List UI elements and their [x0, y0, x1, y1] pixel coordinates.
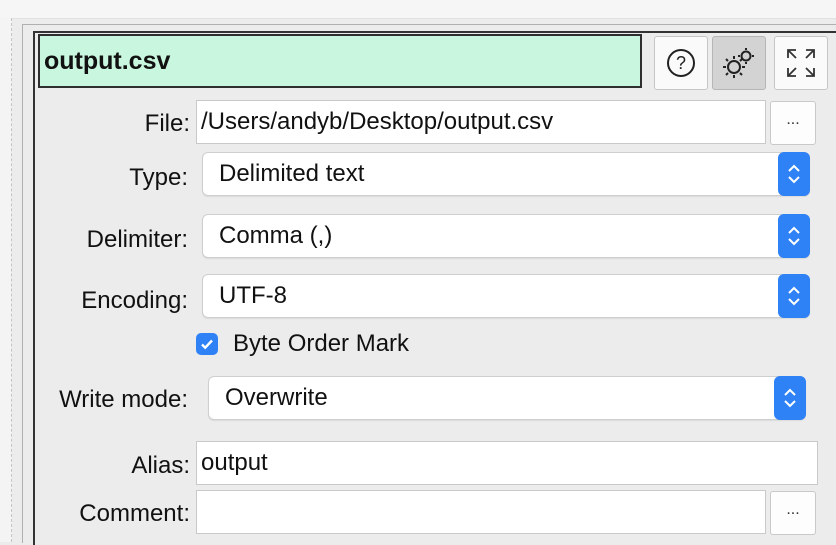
alias-label: Alias: — [131, 452, 190, 479]
svg-text:?: ? — [676, 53, 686, 73]
encoding-label: Encoding: — [81, 287, 188, 314]
comment-field[interactable] — [196, 490, 766, 534]
delimiter-select[interactable]: Comma (,) — [202, 214, 810, 258]
updown-chevron-icon — [778, 274, 810, 318]
type-label: Type: — [129, 164, 188, 191]
help-icon: ? — [667, 49, 695, 77]
expand-icon — [787, 49, 815, 77]
gear-icon — [723, 48, 754, 78]
expand-button[interactable] — [774, 36, 828, 90]
canvas-edge — [0, 18, 12, 542]
updown-chevron-icon — [774, 376, 806, 420]
node-title-field[interactable]: output.csv — [38, 34, 642, 88]
delimiter-select-value: Comma (,) — [219, 222, 333, 249]
encoding-select[interactable]: UTF-8 — [202, 274, 810, 318]
encoding-select-value: UTF-8 — [219, 282, 287, 309]
comment-browse-button[interactable]: ... — [770, 491, 816, 535]
file-browse-button[interactable]: ... — [770, 101, 816, 145]
write-mode-select-value: Overwrite — [225, 384, 328, 411]
comment-label: Comment: — [79, 500, 190, 527]
write-mode-select[interactable]: Overwrite — [208, 376, 806, 420]
help-button[interactable]: ? — [654, 36, 708, 90]
write-mode-label: Write mode: — [59, 386, 188, 413]
bom-checkbox-label[interactable]: Byte Order Mark — [233, 330, 409, 358]
file-label: File: — [144, 110, 190, 137]
type-select-value: Delimited text — [219, 160, 365, 187]
updown-chevron-icon — [778, 214, 810, 258]
checkmark-icon — [201, 339, 213, 350]
alias-field[interactable]: output — [196, 441, 818, 485]
bom-checkbox[interactable] — [196, 333, 218, 355]
file-path-field[interactable]: /Users/andyb/Desktop/output.csv — [196, 100, 766, 144]
delimiter-label: Delimiter: — [86, 226, 188, 253]
top-bar — [0, 0, 836, 19]
updown-chevron-icon — [778, 152, 810, 196]
type-select[interactable]: Delimited text — [202, 152, 810, 196]
settings-button[interactable] — [712, 36, 766, 90]
